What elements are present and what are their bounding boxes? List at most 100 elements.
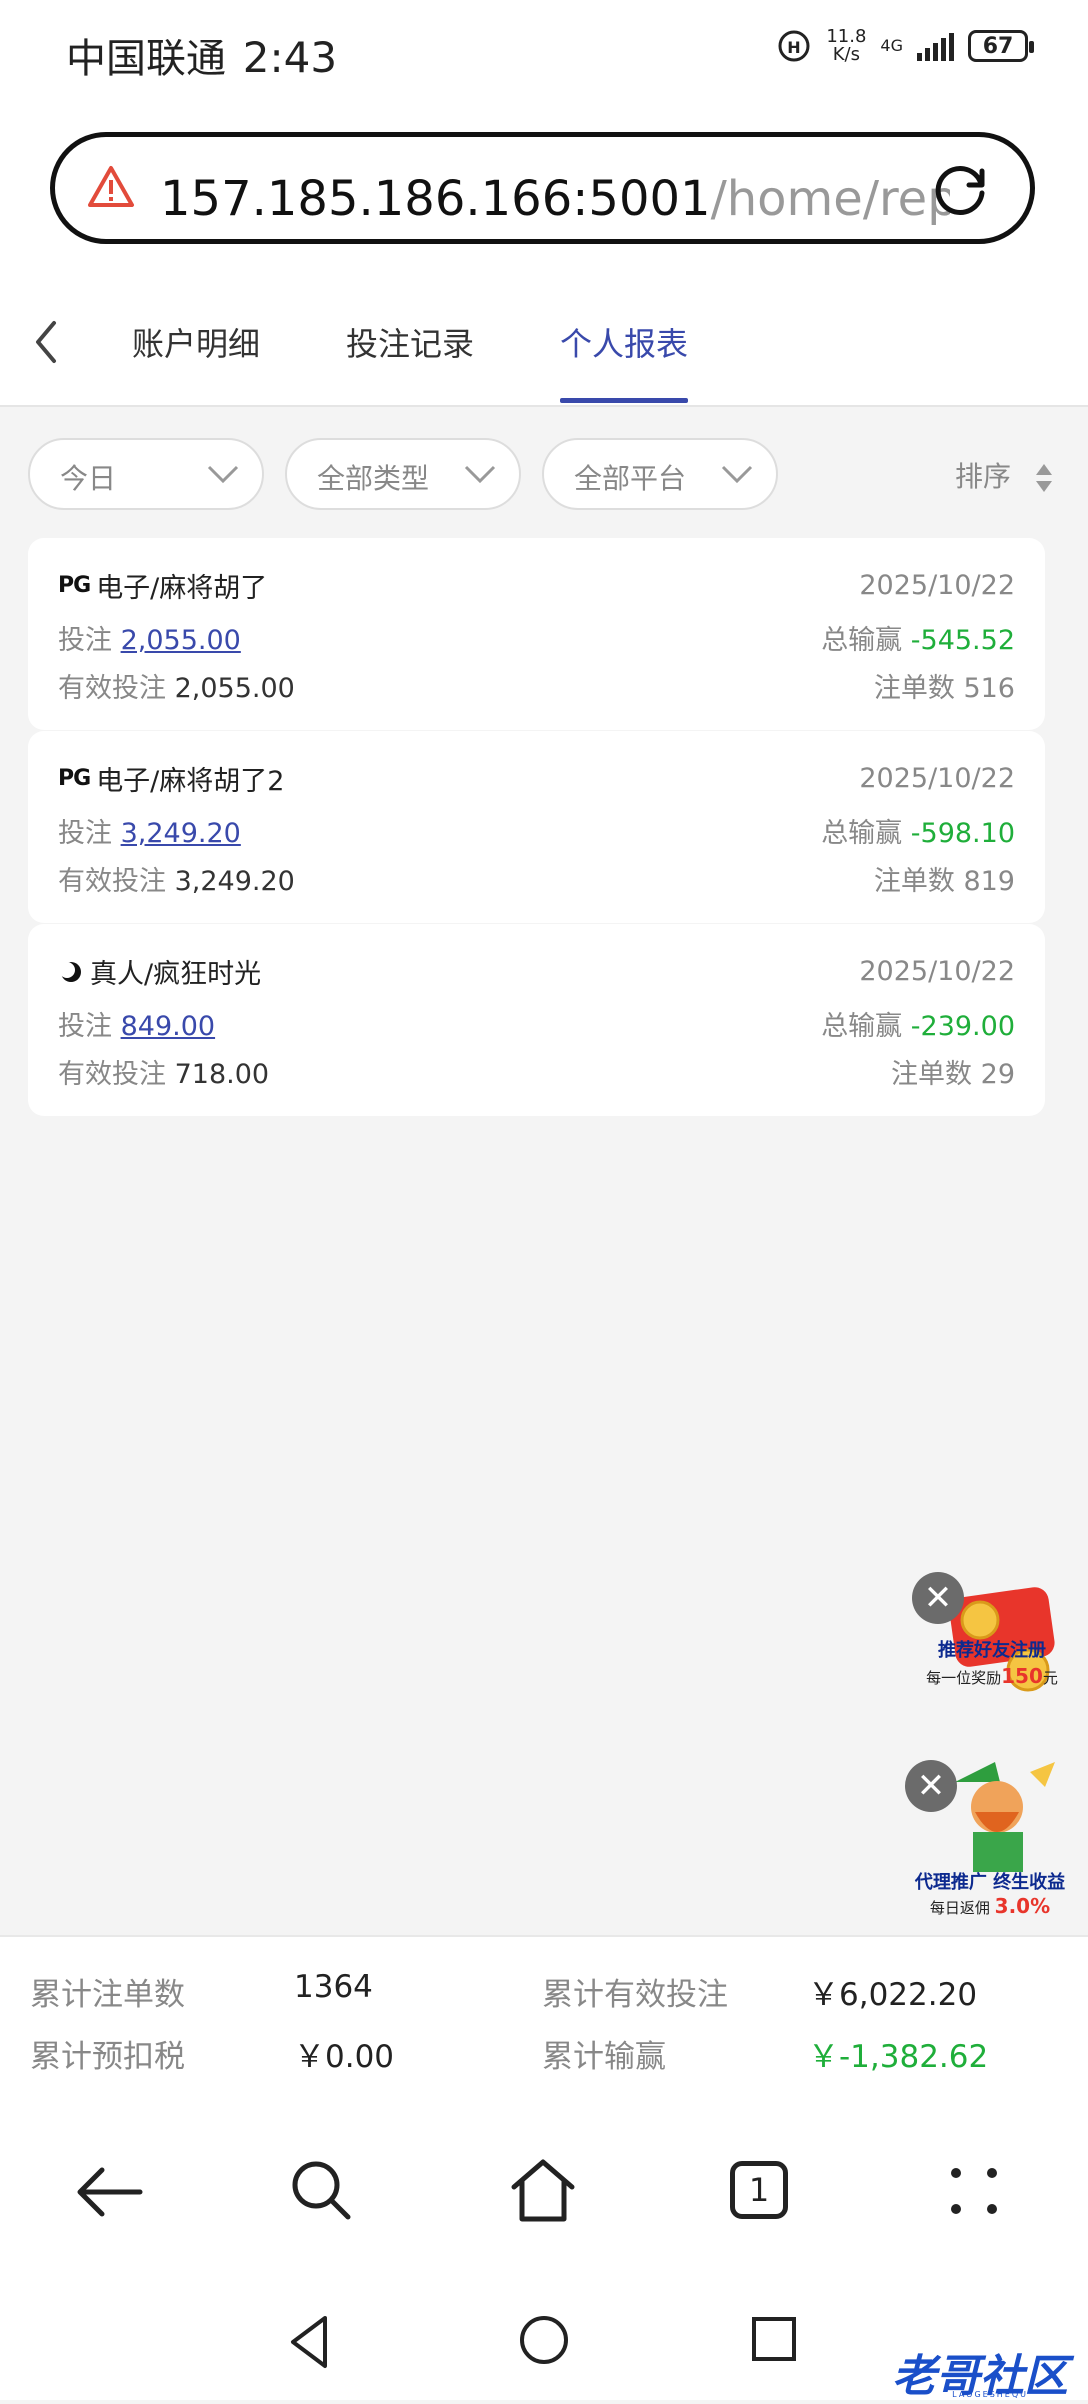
orders-label: 注单数 <box>873 673 955 704</box>
valid-value: 2,055.00 <box>174 673 295 704</box>
tab-bet-records[interactable]: 投注记录 <box>346 319 474 365</box>
total-valid-value: ￥6,022.20 <box>808 1977 978 2013</box>
menu-dots-icon[interactable] <box>948 2165 1000 2217</box>
chevron-down-icon <box>721 465 753 484</box>
carrier-time: 中国联通 2:43 <box>66 26 337 84</box>
status-icons: H 11.8 K/s 4G 67 <box>776 28 1034 64</box>
leprechaun-icon <box>955 1762 1055 1872</box>
sort-button[interactable]: 排序 <box>955 455 1054 495</box>
game-title: 电子/麻将胡了2 <box>96 766 285 797</box>
chevron-down-icon <box>464 465 496 484</box>
active-tab-indicator <box>560 398 688 403</box>
live-casino-logo-icon <box>59 961 81 982</box>
status-bar: 中国联通 2:43 H 11.8 K/s 4G 67 <box>0 0 1088 110</box>
tab-account-details[interactable]: 账户明细 <box>132 319 260 365</box>
home-icon[interactable] <box>508 2157 578 2223</box>
close-icon[interactable]: ✕ <box>905 1760 957 1812</box>
agent-promo[interactable]: 代理推广 终生收益 每日返佣 3.0% ✕ <box>905 1752 1065 1922</box>
system-recents-icon[interactable] <box>750 2315 798 2363</box>
bet-label: 投注 <box>58 1011 112 1042</box>
platform-logo: PG <box>58 766 91 791</box>
clock: 2:43 <box>242 33 338 82</box>
promo-subtitle-prefix: 每一位奖励 <box>926 1669 1002 1687</box>
battery-level: 67 <box>982 33 1014 59</box>
promo-subtitle-suffix: 元 <box>1042 1669 1058 1687</box>
signal-icon <box>917 31 954 61</box>
system-back-icon[interactable] <box>285 2312 335 2372</box>
chevron-down-icon <box>207 465 239 484</box>
reload-icon[interactable] <box>932 159 992 219</box>
game-title: 电子/麻将胡了 <box>96 573 268 604</box>
bet-amount: 投注 2,055.00 <box>58 618 241 657</box>
warning-icon[interactable] <box>87 163 135 211</box>
sort-label: 排序 <box>955 460 1012 493</box>
win-label: 总输赢 <box>821 625 903 656</box>
promo-subtitle: 每一位奖励150元 <box>912 1664 1072 1688</box>
valid-value: 3,249.20 <box>174 866 295 897</box>
type-filter[interactable]: 全部类型 <box>285 438 521 510</box>
back-icon[interactable] <box>74 2162 144 2222</box>
win-label: 总输赢 <box>821 818 903 849</box>
valid-bet: 有效投注 3,249.20 <box>58 859 295 898</box>
refer-friend-promo[interactable]: 推荐好友注册 每一位奖励150元 ✕ <box>912 1572 1072 1722</box>
carrier-name: 中国联通 <box>66 36 226 82</box>
url-text[interactable]: 157.185.186.166:5001/home/repo <box>160 171 950 227</box>
total-orders-value: 1364 <box>294 1969 373 2005</box>
game-name: 真人/疯狂时光 <box>58 952 261 991</box>
total-win-label: 累计输赢 <box>542 2039 666 2075</box>
total-valid-label: 累计有效投注 <box>542 1977 728 2013</box>
tax-label: 累计预扣税 <box>30 2039 185 2075</box>
bet-amount: 投注 849.00 <box>58 1004 215 1043</box>
battery-icon: 67 <box>968 30 1034 62</box>
search-icon[interactable] <box>290 2159 354 2223</box>
win-value: -598.10 <box>910 818 1015 849</box>
address-bar[interactable]: 157.185.186.166:5001/home/repo <box>50 132 1035 244</box>
url-host: 157.185.186.166:5001 <box>160 171 711 227</box>
url-path: /home/repo <box>710 171 950 227</box>
orders-label: 注单数 <box>891 1059 973 1090</box>
win-value: -545.52 <box>910 625 1015 656</box>
game-title: 真人/疯狂时光 <box>90 959 262 990</box>
bet-link[interactable]: 3,249.20 <box>121 818 241 849</box>
record-date: 2025/10/22 <box>859 956 1015 987</box>
tax-value: ￥0.00 <box>294 2039 395 2075</box>
bet-link[interactable]: 849.00 <box>121 1011 215 1042</box>
promo-amount: 3.0% <box>994 1894 1051 1918</box>
record-date: 2025/10/22 <box>859 763 1015 794</box>
browser-nav-bar: 1 <box>0 2117 1088 2277</box>
network-type: 4G <box>880 36 903 55</box>
speed-unit: K/s <box>832 44 860 65</box>
date-filter-label: 今日 <box>60 462 117 495</box>
valid-bet: 有效投注 2,055.00 <box>58 666 295 705</box>
order-count: 注单数 29 <box>891 1052 1015 1091</box>
total-orders-label: 累计注单数 <box>30 1977 185 2013</box>
total-win: 总输赢 -545.52 <box>821 618 1015 657</box>
order-count: 注单数 516 <box>874 666 1015 705</box>
game-name: PG 电子/麻将胡了2 <box>58 759 284 798</box>
back-arrow-icon[interactable] <box>30 317 60 367</box>
platform-filter[interactable]: 全部平台 <box>542 438 778 510</box>
date-filter[interactable]: 今日 <box>28 438 264 510</box>
hd-call-icon: H <box>778 30 810 62</box>
valid-value: 718.00 <box>174 1059 270 1090</box>
network-speed: 11.8 K/s <box>826 28 866 64</box>
report-tabs: 账户明细 投注记录 个人报表 <box>0 285 1088 407</box>
tab-personal-report[interactable]: 个人报表 <box>560 319 688 365</box>
valid-label: 有效投注 <box>58 673 166 704</box>
report-card[interactable]: 真人/疯狂时光 2025/10/22 投注 849.00 总输赢 -239.00… <box>28 924 1045 1116</box>
report-card[interactable]: PG 电子/麻将胡了 2025/10/22 投注 2,055.00 总输赢 -5… <box>28 538 1045 730</box>
promo-title: 推荐好友注册 <box>938 1640 1046 1661</box>
report-card[interactable]: PG 电子/麻将胡了2 2025/10/22 投注 3,249.20 总输赢 -… <box>28 731 1045 923</box>
promo-subtitle: 每日返佣 3.0% <box>905 1894 1075 1918</box>
tabs-button[interactable]: 1 <box>730 2161 788 2219</box>
watermark-subtext: LAOGESHEQU <box>952 2390 1028 2399</box>
orders-value: 516 <box>963 673 1015 704</box>
platform-logo: PG <box>58 573 91 598</box>
valid-bet: 有效投注 718.00 <box>58 1052 269 1091</box>
system-home-icon[interactable] <box>517 2313 571 2367</box>
orders-label: 注单数 <box>873 866 955 897</box>
bet-link[interactable]: 2,055.00 <box>121 625 241 656</box>
type-filter-label: 全部类型 <box>317 462 430 495</box>
promo-title: 代理推广 终生收益 <box>914 1872 1066 1893</box>
close-icon[interactable]: ✕ <box>912 1572 964 1624</box>
